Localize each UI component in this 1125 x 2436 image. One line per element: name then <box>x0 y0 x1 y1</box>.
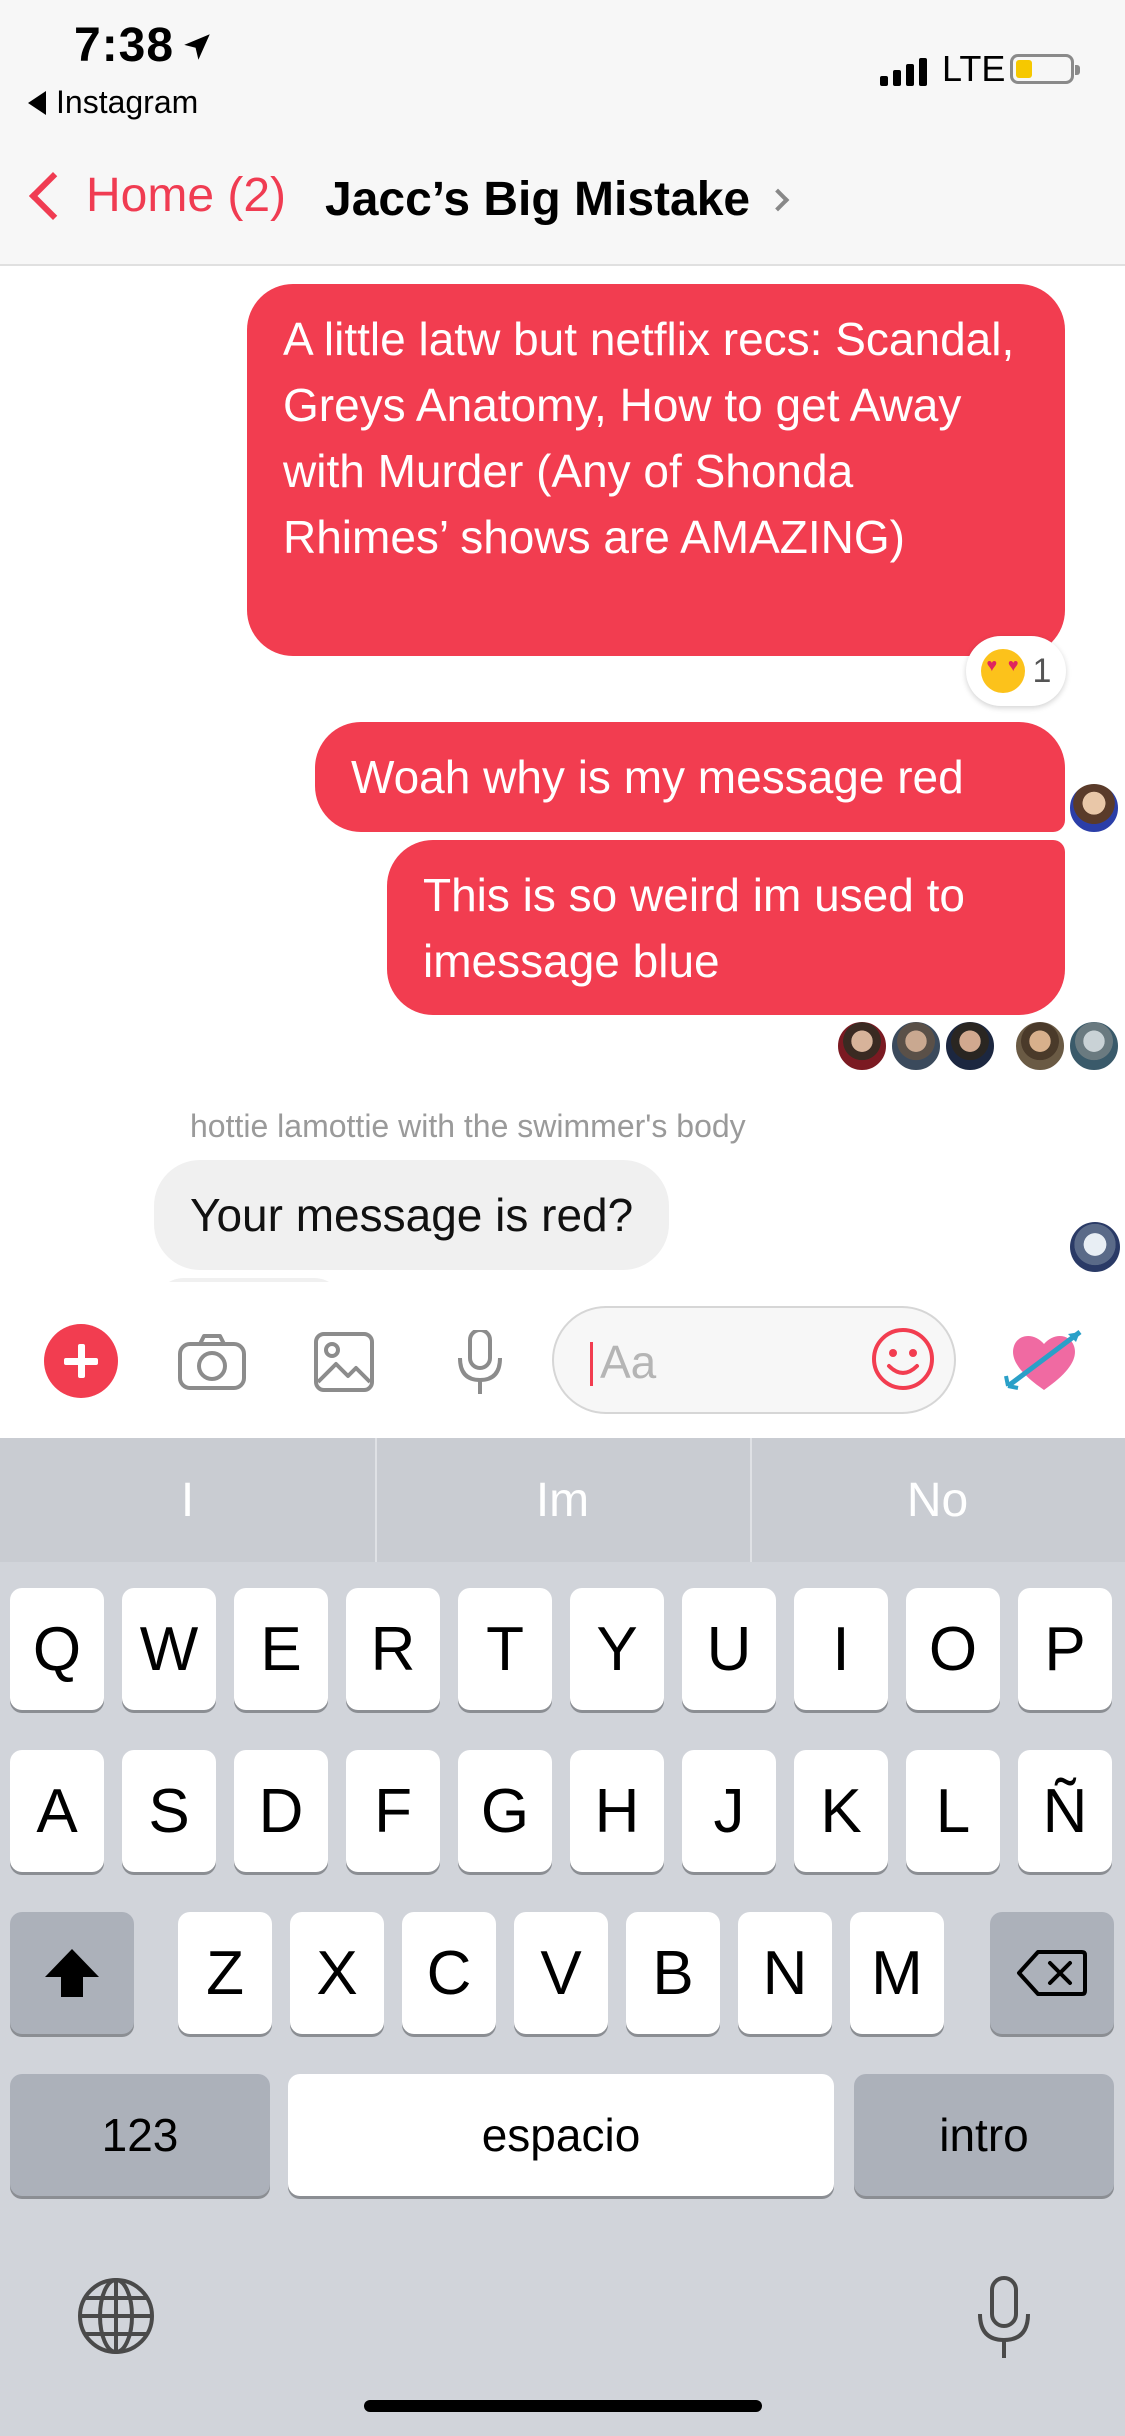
read-receipt-avatar <box>1068 1020 1120 1072</box>
key-g[interactable]: G <box>458 1750 552 1872</box>
key-k[interactable]: K <box>794 1750 888 1872</box>
read-receipt-avatar <box>890 1020 942 1072</box>
suggestion-item[interactable]: No <box>750 1438 1125 1562</box>
back-to-app-button[interactable]: Instagram <box>28 84 198 121</box>
dictation-microphone-icon[interactable] <box>976 2276 1032 2360</box>
photo-icon[interactable] <box>308 1330 380 1394</box>
return-key[interactable]: intro <box>854 2074 1114 2196</box>
microphone-icon[interactable] <box>444 1330 516 1394</box>
status-bar: 7:38 Instagram LTE <box>0 0 1125 140</box>
space-key[interactable]: espacio <box>288 2074 834 2196</box>
back-triangle-icon <box>28 90 46 115</box>
key-m[interactable]: M <box>850 1912 944 2034</box>
key-q[interactable]: Q <box>10 1588 104 1710</box>
key-p[interactable]: P <box>1018 1588 1112 1710</box>
key-w[interactable]: W <box>122 1588 216 1710</box>
key-b[interactable]: B <box>626 1912 720 2034</box>
key-a[interactable]: A <box>10 1750 104 1872</box>
key-t[interactable]: T <box>458 1588 552 1710</box>
battery-icon <box>1010 54 1080 84</box>
message-reaction[interactable]: 1 <box>966 636 1066 706</box>
key-x[interactable]: X <box>290 1912 384 2034</box>
home-back-label: Home (2) <box>86 169 287 222</box>
numbers-key[interactable]: 123 <box>10 2074 270 2196</box>
read-receipt-avatar <box>944 1020 996 1072</box>
message-composer <box>0 1282 1125 1438</box>
key-s[interactable]: S <box>122 1750 216 1872</box>
signal-bars-icon <box>880 56 927 86</box>
outgoing-message[interactable]: This is so weird im used to imessage blu… <box>387 840 1065 1015</box>
message-input[interactable] <box>600 1332 860 1392</box>
suggestion-bar: I Im No <box>0 1438 1125 1562</box>
network-type: LTE <box>942 48 1006 89</box>
chevron-left-icon <box>28 171 78 220</box>
conversation-title[interactable]: Jacc’s Big Mistake <box>325 172 790 227</box>
globe-icon[interactable] <box>76 2276 156 2356</box>
chevron-right-icon <box>766 188 790 211</box>
key-e[interactable]: E <box>234 1588 328 1710</box>
key-f[interactable]: F <box>346 1750 440 1872</box>
status-time: 7:38 <box>74 19 175 72</box>
text-cursor <box>590 1342 593 1386</box>
heart-eyes-emoji-icon <box>980 649 1025 693</box>
key-n[interactable]: N <box>738 1912 832 2034</box>
location-arrow-icon <box>184 34 210 60</box>
read-receipt-avatar <box>836 1020 888 1072</box>
key-y[interactable]: Y <box>570 1588 664 1710</box>
my-avatar <box>1068 782 1120 834</box>
reaction-count: 1 <box>1032 651 1052 690</box>
emoji-icon[interactable] <box>870 1326 936 1392</box>
home-back-button[interactable]: Home (2) <box>22 168 286 223</box>
key-v[interactable]: V <box>514 1912 608 2034</box>
outgoing-message[interactable]: Woah why is my message red <box>315 722 1065 832</box>
shift-key[interactable] <box>10 1912 134 2034</box>
plus-icon[interactable] <box>44 1324 118 1398</box>
home-indicator[interactable] <box>364 2400 762 2412</box>
suggestion-item[interactable]: I <box>0 1438 375 1562</box>
read-receipt-avatar <box>1014 1020 1066 1072</box>
sender-avatar <box>1070 1222 1120 1272</box>
outgoing-message[interactable]: A little latw but netflix recs: Scandal,… <box>247 284 1065 656</box>
backspace-icon <box>1017 1950 1087 1996</box>
key-u[interactable]: U <box>682 1588 776 1710</box>
sender-name: hottie lamottie with the swimmer's body <box>190 1108 746 1144</box>
incoming-message[interactable]: Your message is red? <box>154 1160 670 1270</box>
key-h[interactable]: H <box>570 1750 664 1872</box>
key-o[interactable]: O <box>906 1588 1000 1710</box>
key-i[interactable]: I <box>794 1588 888 1710</box>
heart-arrow-icon[interactable] <box>1004 1322 1084 1398</box>
key-z[interactable]: Z <box>178 1912 272 2034</box>
key-l[interactable]: L <box>906 1750 1000 1872</box>
key-d[interactable]: D <box>234 1750 328 1872</box>
key-j[interactable]: J <box>682 1750 776 1872</box>
conversation-header: Home (2) Jacc’s Big Mistake <box>0 140 1125 266</box>
camera-icon[interactable] <box>176 1330 248 1394</box>
backspace-key[interactable] <box>990 1912 1114 2034</box>
back-app-label: Instagram <box>56 84 199 120</box>
key-n-tilde[interactable]: Ñ <box>1018 1750 1112 1872</box>
key-c[interactable]: C <box>402 1912 496 2034</box>
key-r[interactable]: R <box>346 1588 440 1710</box>
shift-arrow-icon <box>45 1949 99 1997</box>
suggestion-item[interactable]: Im <box>375 1438 750 1562</box>
conversation-title-text: Jacc’s Big Mistake <box>325 173 751 226</box>
